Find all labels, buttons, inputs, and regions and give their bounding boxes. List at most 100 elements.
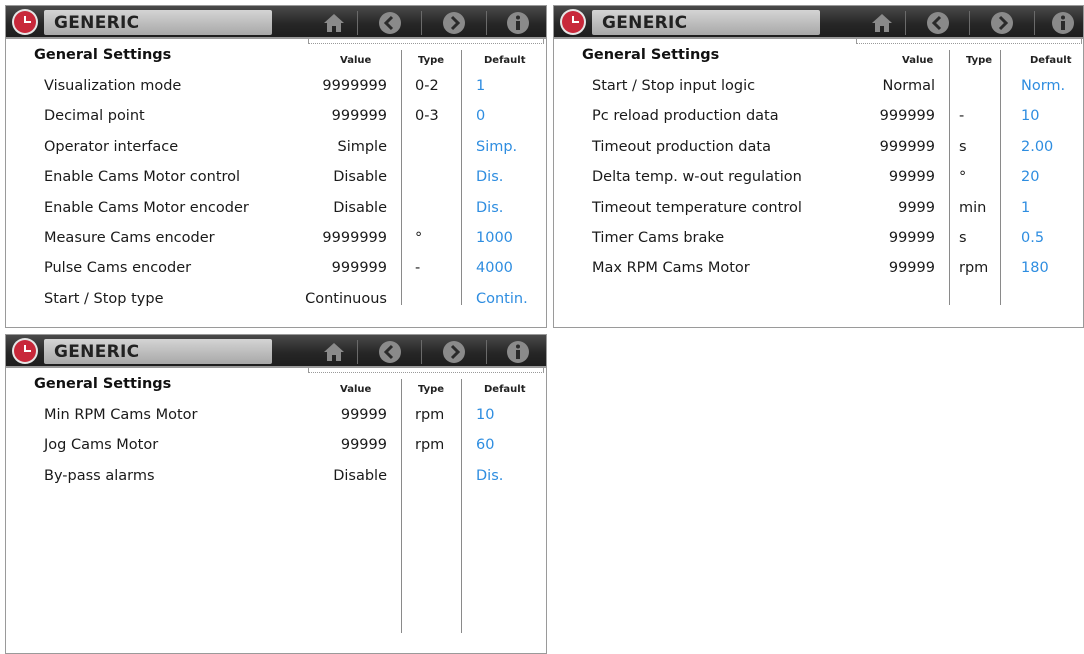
home-button[interactable] <box>862 9 902 37</box>
settings-panel-3: GENERIC General Settings Value Type Defa… <box>5 334 547 654</box>
setting-label: Enable Cams Motor encoder <box>44 200 249 216</box>
setting-default: 20 <box>1021 169 1040 185</box>
setting-value[interactable]: Disable <box>333 200 387 216</box>
setting-type: ° <box>959 169 967 185</box>
forward-button[interactable] <box>434 338 474 366</box>
setting-label: Delta temp. w-out regulation <box>592 169 802 185</box>
setting-default: 1000 <box>476 230 513 246</box>
forward-icon <box>443 341 465 363</box>
setting-row[interactable]: Pulse Cams encoder 999999 - 4000 <box>6 260 546 286</box>
setting-label: Timeout production data <box>592 139 771 155</box>
setting-label: Pulse Cams encoder <box>44 260 192 276</box>
setting-default: 10 <box>1021 108 1040 124</box>
setting-value[interactable]: Disable <box>333 468 387 484</box>
setting-label: Decimal point <box>44 108 145 124</box>
setting-label: Operator interface <box>44 139 179 155</box>
setting-label: Start / Stop type <box>44 291 164 307</box>
setting-row[interactable]: By-pass alarms Disable Dis. <box>6 468 546 494</box>
setting-value[interactable]: 9999999 <box>322 230 387 246</box>
setting-value[interactable]: 99999 <box>889 230 935 246</box>
setting-default: 180 <box>1021 260 1049 276</box>
setting-default: Dis. <box>476 169 504 185</box>
info-button[interactable] <box>498 9 538 37</box>
col-header-value: Value <box>340 55 372 66</box>
setting-value[interactable]: 99999 <box>341 407 387 423</box>
panel-header: GENERIC <box>6 335 546 368</box>
setting-value[interactable]: 999999 <box>332 108 387 124</box>
setting-type: min <box>959 200 987 216</box>
setting-value[interactable]: 999999 <box>332 260 387 276</box>
panel-title: GENERIC <box>602 13 688 33</box>
setting-type: 0-2 <box>415 78 439 94</box>
setting-label: By-pass alarms <box>44 468 155 484</box>
setting-type: s <box>959 230 967 246</box>
setting-row[interactable]: Enable Cams Motor control Disable Dis. <box>6 169 546 195</box>
setting-row[interactable]: Enable Cams Motor encoder Disable Dis. <box>6 200 546 226</box>
setting-row[interactable]: Delta temp. w-out regulation 99999 ° 20 <box>554 169 1083 195</box>
setting-value[interactable]: 99999 <box>889 169 935 185</box>
forward-button[interactable] <box>982 9 1022 37</box>
setting-default: 0 <box>476 108 486 124</box>
setting-default: Norm. <box>1021 78 1066 94</box>
setting-value[interactable]: 999999 <box>880 139 935 155</box>
forward-button[interactable] <box>434 9 474 37</box>
settings-panel-2: GENERIC General Settings Value Type Defa… <box>553 5 1084 328</box>
setting-value[interactable]: 99999 <box>889 260 935 276</box>
setting-label: Min RPM Cams Motor <box>44 407 198 423</box>
setting-value[interactable]: Simple <box>337 139 387 155</box>
clock-logo-icon[interactable] <box>14 11 36 33</box>
setting-row[interactable]: Operator interface Simple Simp. <box>6 139 546 165</box>
setting-label: Timer Cams brake <box>592 230 725 246</box>
back-button[interactable] <box>918 9 958 37</box>
setting-row[interactable]: Timeout production data 999999 s 2.00 <box>554 139 1083 165</box>
setting-label: Visualization mode <box>44 78 182 94</box>
info-icon <box>507 12 529 34</box>
setting-row[interactable]: Timeout temperature control 9999 min 1 <box>554 200 1083 226</box>
clock-logo-icon[interactable] <box>14 340 36 362</box>
setting-default: 0.5 <box>1021 230 1045 246</box>
setting-value[interactable]: 9999 <box>898 200 935 216</box>
setting-row[interactable]: Visualization mode 9999999 0-2 1 <box>6 78 546 104</box>
setting-row[interactable]: Pc reload production data 999999 - 10 <box>554 108 1083 134</box>
col-header-type: Type <box>966 55 993 66</box>
setting-row[interactable]: Start / Stop type Continuous Contin. <box>6 291 546 317</box>
section-title: General Settings <box>34 376 172 392</box>
setting-value[interactable]: Disable <box>333 169 387 185</box>
setting-type: rpm <box>959 260 989 276</box>
setting-value[interactable]: 9999999 <box>322 78 387 94</box>
settings-panel-1: GENERIC General Settings Value Type Defa… <box>5 5 547 328</box>
col-header-value: Value <box>340 384 372 395</box>
setting-label: Jog Cams Motor <box>44 437 159 453</box>
setting-row[interactable]: Decimal point 999999 0-3 0 <box>6 108 546 134</box>
setting-value[interactable]: 999999 <box>880 108 935 124</box>
setting-default: 1 <box>1021 200 1031 216</box>
setting-value[interactable]: Continuous <box>305 291 387 307</box>
setting-row[interactable]: Max RPM Cams Motor 99999 rpm 180 <box>554 260 1083 286</box>
home-button[interactable] <box>314 338 354 366</box>
setting-row[interactable]: Measure Cams encoder 9999999 ° 1000 <box>6 230 546 256</box>
back-icon <box>927 12 949 34</box>
back-button[interactable] <box>370 9 410 37</box>
title-box: GENERIC <box>44 339 272 364</box>
clock-logo-icon[interactable] <box>562 11 584 33</box>
setting-row[interactable]: Jog Cams Motor 99999 rpm 60 <box>6 437 546 463</box>
setting-row[interactable]: Min RPM Cams Motor 99999 rpm 10 <box>6 407 546 433</box>
forward-icon <box>991 12 1013 34</box>
back-icon <box>379 341 401 363</box>
setting-default: 4000 <box>476 260 513 276</box>
col-header-default: Default <box>484 384 526 395</box>
info-button[interactable] <box>498 338 538 366</box>
setting-value[interactable]: 99999 <box>341 437 387 453</box>
setting-row[interactable]: Start / Stop input logic Normal Norm. <box>554 78 1083 104</box>
setting-label: Max RPM Cams Motor <box>592 260 750 276</box>
back-button[interactable] <box>370 338 410 366</box>
setting-default: Dis. <box>476 200 504 216</box>
panel-title: GENERIC <box>54 342 140 362</box>
setting-type: ° <box>415 230 423 246</box>
col-header-default: Default <box>484 55 526 66</box>
home-icon <box>324 14 344 32</box>
setting-value[interactable]: Normal <box>883 78 935 94</box>
setting-row[interactable]: Timer Cams brake 99999 s 0.5 <box>554 230 1083 256</box>
home-button[interactable] <box>314 9 354 37</box>
info-button[interactable] <box>1043 9 1083 37</box>
